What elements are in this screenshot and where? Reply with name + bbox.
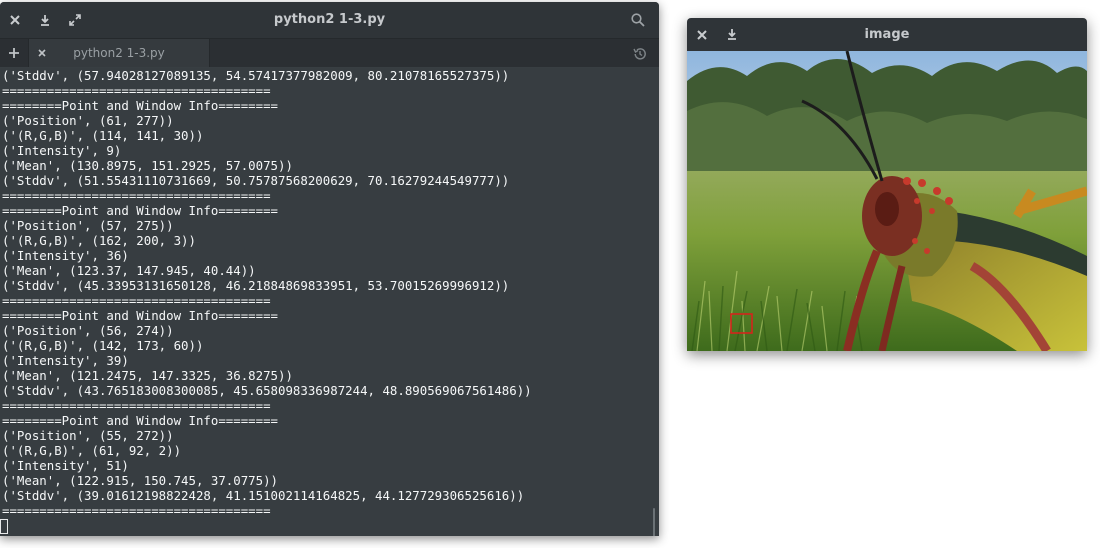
image-window-title: image (864, 27, 910, 42)
close-icon[interactable] (687, 18, 717, 53)
close-icon[interactable] (0, 2, 30, 38)
maximize-icon[interactable] (60, 2, 90, 38)
output-line: ('Intensity', 9) (2, 143, 122, 158)
add-tab-icon[interactable] (0, 39, 28, 67)
terminal-titlebar: python2 1-3.py (0, 2, 659, 38)
output-line: ========Point and Window Info======== (2, 98, 279, 113)
output-line: ('Stddv', (39.01612198822428, 41.1510021… (2, 488, 525, 503)
terminal-window: python2 1-3.py python2 1-3.py ('Stddv', … (0, 2, 659, 536)
output-lines: ('Stddv', (57.94028127089135, 54.5741737… (0, 68, 659, 518)
output-line: ('(R,G,B)', (142, 173, 60)) (2, 338, 204, 353)
output-line: ('Position', (56, 274)) (2, 323, 174, 338)
output-line: ==================================== (2, 188, 271, 203)
output-line: ('Intensity', 51) (2, 458, 129, 473)
output-line: ('Mean', (122.915, 150.745, 37.0775)) (2, 473, 279, 488)
output-line: ('Stddv', (51.55431110731669, 50.7578756… (2, 173, 510, 188)
tab-label: python2 1-3.py (73, 46, 165, 60)
output-line: ==================================== (2, 503, 271, 518)
output-line: ('Position', (57, 275)) (2, 218, 174, 233)
grasshopper-photo[interactable] (687, 51, 1087, 351)
close-tab-icon[interactable] (29, 49, 55, 57)
output-line: ('Stddv', (43.765183008300085, 45.658098… (2, 383, 532, 398)
output-line: ('Mean', (121.2475, 147.3325, 36.8275)) (2, 368, 293, 383)
text-cursor (0, 519, 8, 534)
output-line: ==================================== (2, 398, 271, 413)
history-icon[interactable] (633, 39, 647, 68)
terminal-output[interactable]: ('Stddv', (57.94028127089135, 54.5741737… (0, 68, 659, 536)
output-line: ========Point and Window Info======== (2, 413, 279, 428)
window-title: python2 1-3.py (273, 12, 386, 27)
output-line: ('Stddv', (45.33953131650128, 46.2188486… (2, 278, 510, 293)
output-line: ==================================== (2, 293, 271, 308)
output-line: ========Point and Window Info======== (2, 203, 279, 218)
output-line: ('(R,G,B)', (114, 141, 30)) (2, 128, 204, 143)
output-line: ('(R,G,B)', (61, 92, 2)) (2, 443, 182, 458)
download-icon[interactable] (30, 2, 60, 38)
search-icon[interactable] (623, 2, 653, 38)
tab-python2-1-3[interactable]: python2 1-3.py (28, 39, 210, 67)
output-line: ('Mean', (123.37, 147.945, 40.44)) (2, 263, 256, 278)
output-line: ('Mean', (130.8975, 151.2925, 57.0075)) (2, 158, 293, 173)
output-line: ('Stddv', (57.94028127089135, 54.5741737… (2, 68, 510, 83)
output-line: ('Position', (61, 277)) (2, 113, 174, 128)
output-line: ('Intensity', 36) (2, 248, 129, 263)
tab-bar: python2 1-3.py (0, 38, 659, 67)
output-line: ('Position', (55, 272)) (2, 428, 174, 443)
download-icon[interactable] (717, 18, 747, 53)
output-line: ========Point and Window Info======== (2, 308, 279, 323)
scrollbar[interactable] (653, 508, 655, 536)
output-line: ('Intensity', 39) (2, 353, 129, 368)
image-titlebar: image (687, 18, 1087, 51)
output-line: ('(R,G,B)', (162, 200, 3)) (2, 233, 196, 248)
image-window: image (687, 18, 1087, 351)
prompt-line[interactable] (0, 518, 659, 534)
output-line: ==================================== (2, 83, 271, 98)
